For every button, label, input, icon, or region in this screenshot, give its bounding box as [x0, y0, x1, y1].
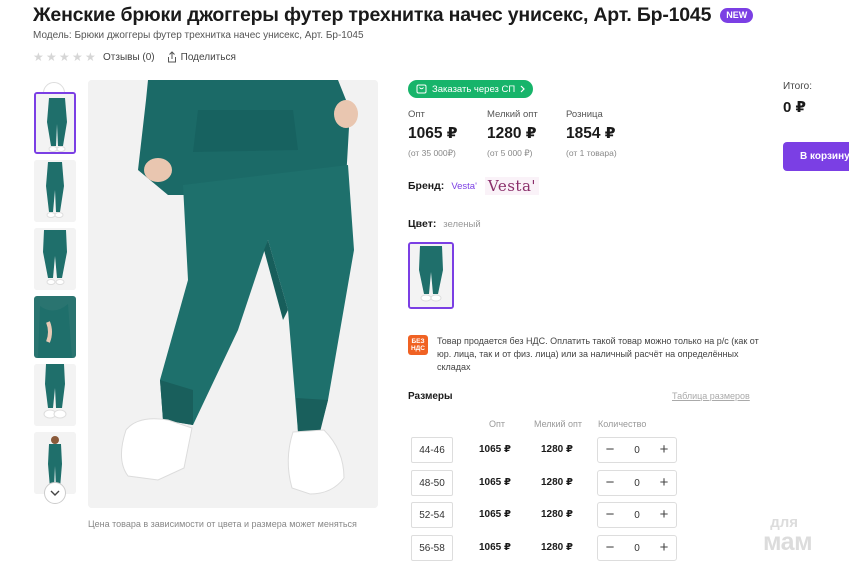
color-row: Цвет: зеленый	[408, 218, 481, 230]
size-price-small-opt: 1280 ₽	[541, 509, 573, 520]
quantity-stepper: − 0 +	[597, 470, 677, 496]
size-price-opt: 1065 ₽	[479, 509, 511, 520]
order-via-sp-button[interactable]: Заказать через СП	[408, 80, 534, 98]
size-row: 48-50 1065 ₽ 1280 ₽ − 0 +	[411, 470, 711, 496]
decrement-button[interactable]: −	[604, 475, 616, 490]
price-label: Розница	[566, 109, 603, 120]
share-label: Поделиться	[180, 51, 236, 63]
thumbnail-scroll-down-button[interactable]	[44, 482, 66, 504]
increment-button[interactable]: +	[658, 507, 670, 522]
thumbnail-1[interactable]	[34, 92, 76, 154]
brand-link[interactable]: Vesta'	[451, 181, 477, 192]
thumbnail-3[interactable]	[34, 228, 76, 290]
price-tiers: Опт 1065 ₽ (от 35 000₽) Мелкий опт 1280 …	[408, 109, 618, 159]
size-label: 52-54	[411, 502, 453, 528]
order-button-label: Заказать через СП	[432, 83, 516, 95]
size-price-opt: 1065 ₽	[479, 444, 511, 455]
sizes-title: Размеры	[408, 391, 453, 402]
watermark-line2: мам	[763, 528, 813, 556]
chevron-down-icon	[50, 490, 60, 496]
rating-stars[interactable]: ★ ★ ★ ★ ★	[33, 49, 96, 64]
price-condition: (от 5 000 ₽)	[487, 148, 533, 158]
share-icon	[167, 51, 176, 63]
price-tier-opt: Опт 1065 ₽ (от 35 000₽)	[408, 109, 460, 159]
reviews-link[interactable]: Отзывы (0)	[103, 52, 155, 63]
main-product-photo[interactable]	[88, 80, 378, 508]
increment-button[interactable]: +	[658, 475, 670, 490]
price-label: Опт	[408, 109, 425, 120]
total-label: Итого:	[783, 81, 812, 92]
quantity-stepper: − 0 +	[597, 535, 677, 561]
decrement-button[interactable]: −	[604, 540, 616, 555]
chevron-right-icon	[520, 85, 526, 93]
brand-row: Бренд: Vesta' Vesta'	[408, 177, 540, 195]
color-value: зеленый	[443, 219, 481, 230]
size-label: 44-46	[411, 437, 453, 463]
watermark-logo: для мам	[763, 515, 813, 556]
thumbnail-2[interactable]	[34, 160, 76, 222]
size-row: 52-54 1065 ₽ 1280 ₽ − 0 +	[411, 502, 711, 528]
price-value: 1854 ₽	[566, 125, 616, 142]
product-model: Модель: Брюки джоггеры футер трехнитка н…	[33, 30, 364, 41]
decrement-button[interactable]: −	[604, 442, 616, 457]
cart-icon	[416, 84, 427, 94]
quantity-input[interactable]: 0	[634, 543, 640, 554]
thumbnail-5[interactable]	[34, 364, 76, 426]
meta-row: ★ ★ ★ ★ ★ Отзывы (0) Поделиться	[33, 51, 236, 63]
star-icon: ★	[72, 49, 83, 64]
add-to-cart-button[interactable]: В корзину	[783, 142, 849, 171]
price-condition: (от 35 000₽)	[408, 148, 456, 158]
price-tier-small-opt: Мелкий опт 1280 ₽ (от 5 000 ₽)	[487, 109, 539, 159]
title-row: Женские брюки джоггеры футер трехнитка н…	[33, 4, 754, 27]
price-label: Мелкий опт	[487, 109, 538, 120]
header-quantity: Количество	[598, 419, 647, 429]
increment-button[interactable]: +	[658, 442, 670, 457]
new-badge: NEW	[720, 8, 754, 23]
quantity-stepper: − 0 +	[597, 437, 677, 463]
thumbnail-4[interactable]	[34, 296, 76, 358]
brand-label: Бренд:	[408, 180, 445, 192]
order-total: Итого: 0 ₽	[783, 81, 812, 116]
color-swatch-green[interactable]	[408, 242, 454, 309]
star-icon: ★	[59, 49, 70, 64]
quantity-input[interactable]: 0	[634, 510, 640, 521]
no-vat-icon-line1: БЕЗ	[411, 338, 425, 345]
size-price-small-opt: 1280 ₽	[541, 444, 573, 455]
size-chart-link[interactable]: Таблица размеров	[672, 391, 750, 401]
price-value: 1280 ₽	[487, 125, 537, 142]
size-row: 56-58 1065 ₽ 1280 ₽ − 0 +	[411, 535, 711, 561]
quantity-input[interactable]: 0	[634, 445, 640, 456]
quantity-input[interactable]: 0	[634, 478, 640, 489]
thumbnail-strip	[33, 82, 77, 504]
total-value: 0 ₽	[783, 99, 806, 116]
quantity-stepper: − 0 +	[597, 502, 677, 528]
price-condition: (от 1 товара)	[566, 148, 617, 158]
star-icon: ★	[85, 49, 96, 64]
size-row: 44-46 1065 ₽ 1280 ₽ − 0 +	[411, 437, 711, 463]
star-icon: ★	[46, 49, 57, 64]
color-label: Цвет:	[408, 218, 437, 230]
no-vat-icon-line2: НДС	[410, 345, 426, 352]
price-value: 1065 ₽	[408, 125, 458, 142]
no-vat-icon: БЕЗ НДС	[408, 335, 428, 355]
decrement-button[interactable]: −	[604, 507, 616, 522]
size-price-opt: 1065 ₽	[479, 477, 511, 488]
product-title: Женские брюки джоггеры футер трехнитка н…	[33, 4, 712, 26]
header-opt: Опт	[489, 419, 505, 429]
size-label: 56-58	[411, 535, 453, 561]
vat-notice-text: Товар продается без НДС. Оплатить такой …	[437, 336, 759, 372]
size-price-small-opt: 1280 ₽	[541, 477, 573, 488]
header-small-opt: Мелкий опт	[534, 419, 583, 429]
size-price-small-opt: 1280 ₽	[541, 542, 573, 553]
share-button[interactable]: Поделиться	[167, 51, 236, 63]
vat-notice: БЕЗ НДС Товар продается без НДС. Оплатит…	[408, 335, 768, 374]
brand-logo[interactable]: Vesta'	[484, 177, 540, 195]
price-tier-retail: Розница 1854 ₽ (от 1 товара)	[566, 109, 618, 159]
size-price-opt: 1065 ₽	[479, 542, 511, 553]
star-icon: ★	[33, 49, 44, 64]
price-note: Цена товара в зависимости от цвета и раз…	[88, 519, 357, 529]
increment-button[interactable]: +	[658, 540, 670, 555]
size-label: 48-50	[411, 470, 453, 496]
